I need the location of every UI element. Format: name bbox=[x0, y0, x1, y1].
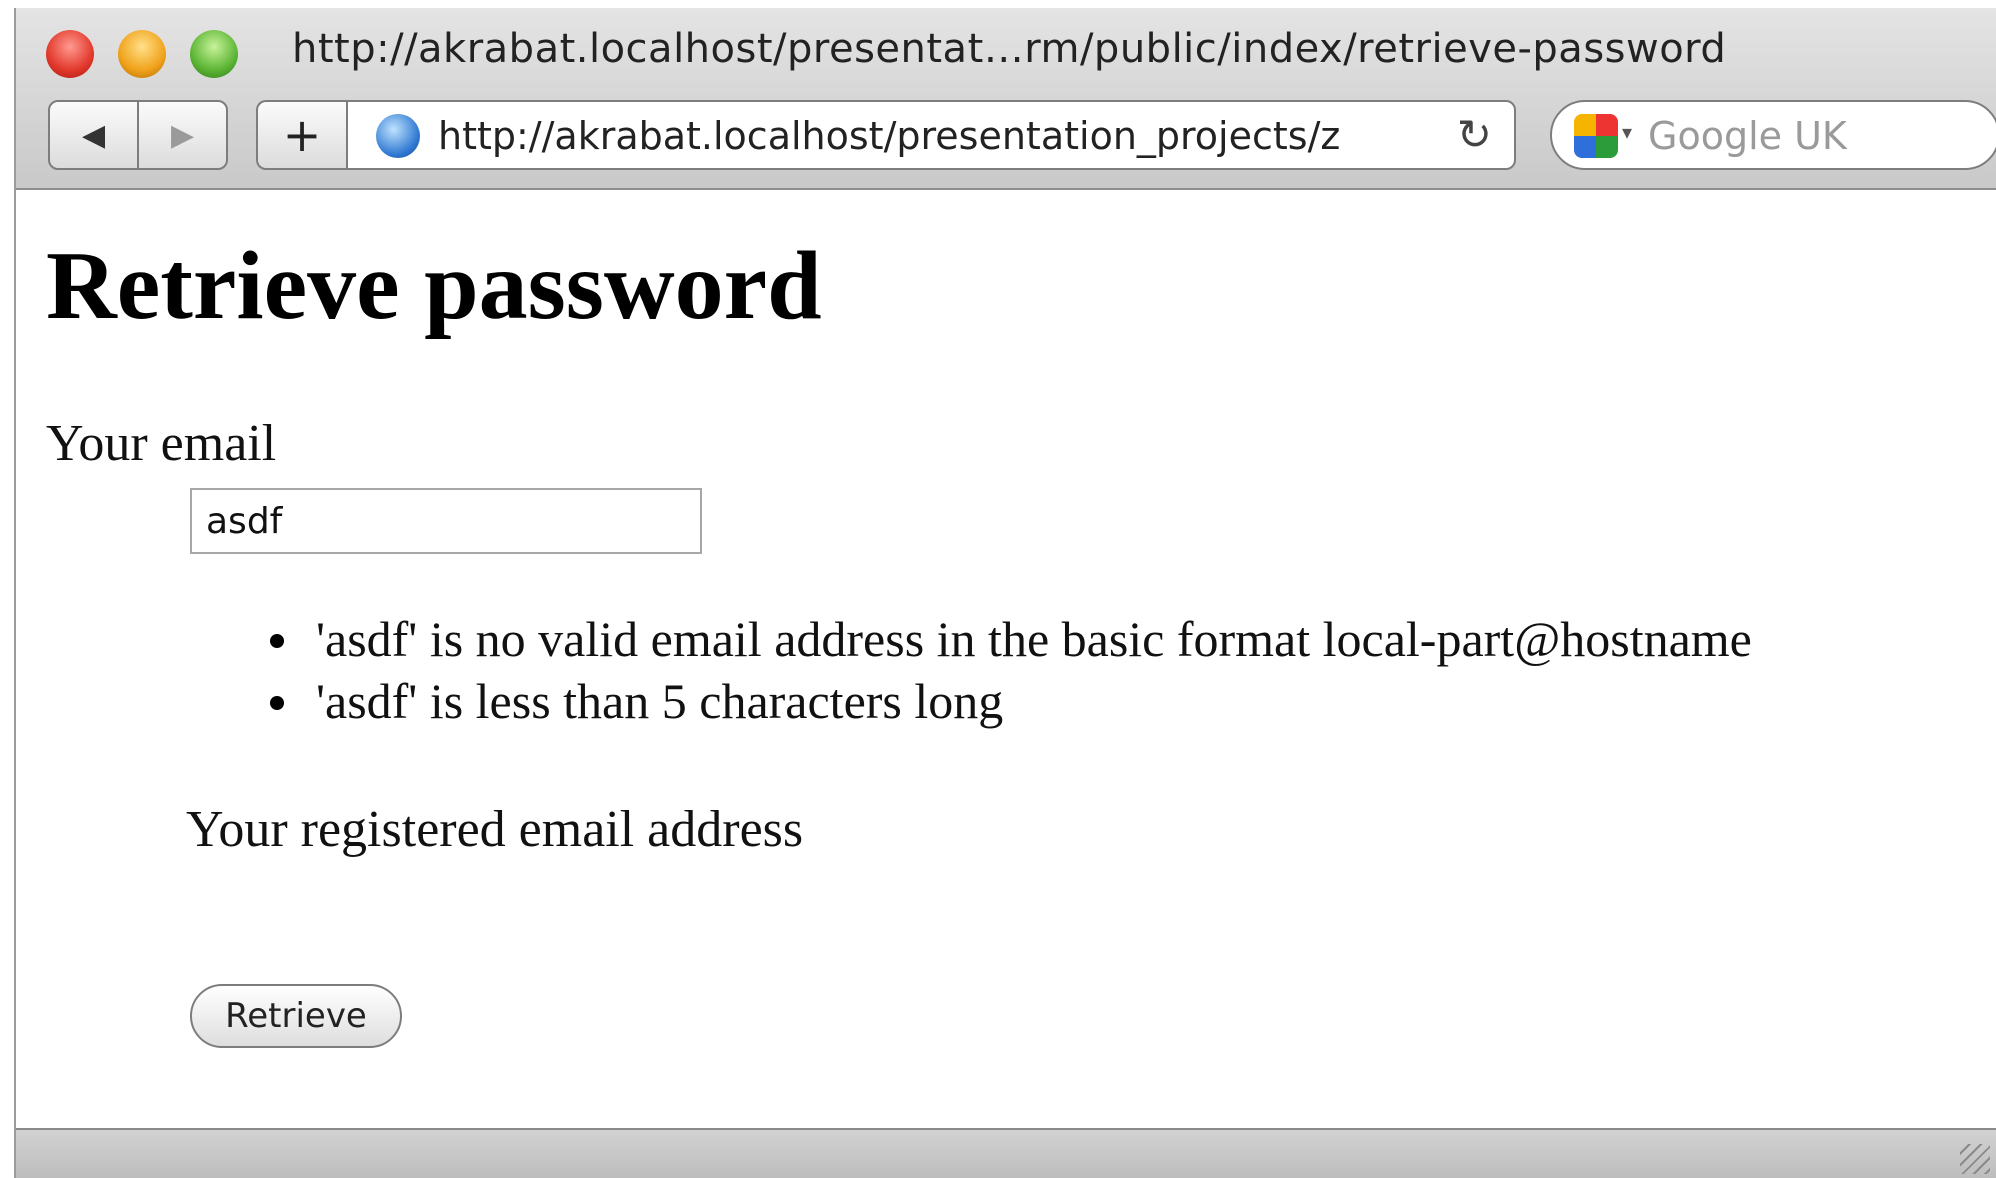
search-placeholder: Google UK bbox=[1648, 114, 1847, 158]
google-icon[interactable] bbox=[1574, 114, 1618, 158]
plus-icon: + bbox=[282, 108, 322, 162]
reload-icon[interactable]: ↻ bbox=[1457, 110, 1492, 159]
forward-button[interactable]: ▶ bbox=[137, 102, 226, 168]
nav-button-group: ◀ ▶ bbox=[48, 100, 228, 170]
search-field[interactable]: ▾ Google UK bbox=[1550, 100, 1996, 170]
back-button[interactable]: ◀ bbox=[50, 102, 137, 168]
globe-icon bbox=[376, 114, 420, 158]
url-text[interactable]: http://akrabat.localhost/presentation_pr… bbox=[438, 114, 1418, 158]
retrieve-button[interactable]: Retrieve bbox=[190, 984, 402, 1048]
close-window-button[interactable] bbox=[46, 30, 94, 78]
email-field[interactable] bbox=[190, 488, 702, 554]
error-message: 'asdf' is no valid email address in the … bbox=[256, 608, 1752, 670]
add-bookmark-button[interactable]: + bbox=[256, 100, 346, 170]
browser-window: http://akrabat.localhost/presentat…rm/pu… bbox=[14, 8, 1996, 1178]
zoom-window-button[interactable] bbox=[190, 30, 238, 78]
email-label: Your email bbox=[46, 415, 277, 472]
browser-toolbar: http://akrabat.localhost/presentat…rm/pu… bbox=[16, 8, 1996, 190]
chevron-down-icon[interactable]: ▾ bbox=[1622, 120, 1632, 145]
window-title: http://akrabat.localhost/presentat…rm/pu… bbox=[292, 26, 1727, 72]
resize-grip-icon[interactable] bbox=[1960, 1144, 1990, 1174]
back-arrow-icon: ◀ bbox=[81, 118, 106, 152]
error-list: 'asdf' is no valid email address in the … bbox=[256, 608, 1752, 732]
status-bar bbox=[16, 1128, 1996, 1178]
address-bar[interactable]: http://akrabat.localhost/presentation_pr… bbox=[346, 100, 1516, 170]
page-title: Retrieve password bbox=[46, 232, 822, 340]
forward-arrow-icon: ▶ bbox=[170, 118, 195, 152]
error-message: 'asdf' is less than 5 characters long bbox=[256, 670, 1752, 732]
minimize-window-button[interactable] bbox=[118, 30, 166, 78]
email-description: Your registered email address bbox=[186, 801, 804, 858]
page-content: Retrieve password Your email 'asdf' is n… bbox=[16, 190, 1996, 1138]
